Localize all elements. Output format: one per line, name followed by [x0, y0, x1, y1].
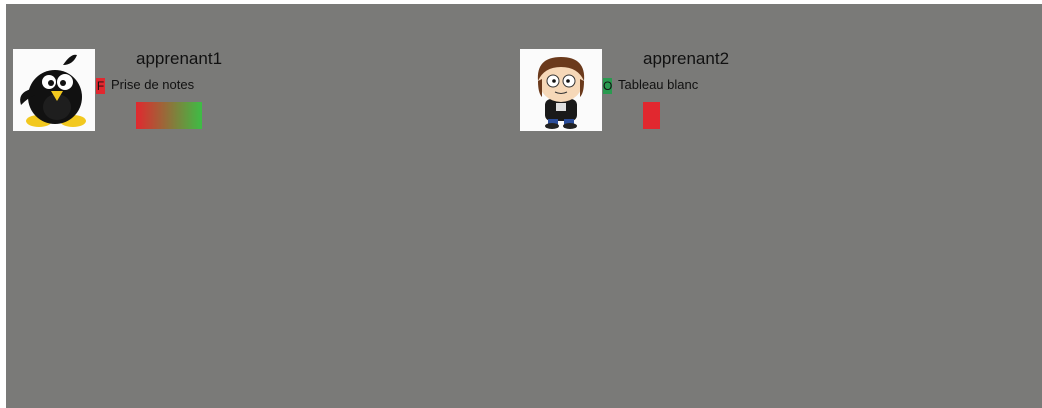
penguin-avatar-icon — [13, 49, 95, 131]
activity-label: Prise de notes — [111, 77, 195, 92]
progress-bar — [643, 102, 660, 129]
activity-label: Tableau blanc — [618, 77, 699, 92]
student-name: apprenant1 — [136, 49, 223, 68]
students-panel: apprenant1 F Prise de notes apprenant2 O… — [6, 4, 1042, 408]
status-badge: F — [96, 78, 105, 94]
progress-bar — [136, 102, 202, 129]
status-badge: O — [603, 78, 612, 94]
student-name: apprenant2 — [643, 49, 730, 68]
cartoon-boy-avatar-icon — [520, 49, 602, 131]
